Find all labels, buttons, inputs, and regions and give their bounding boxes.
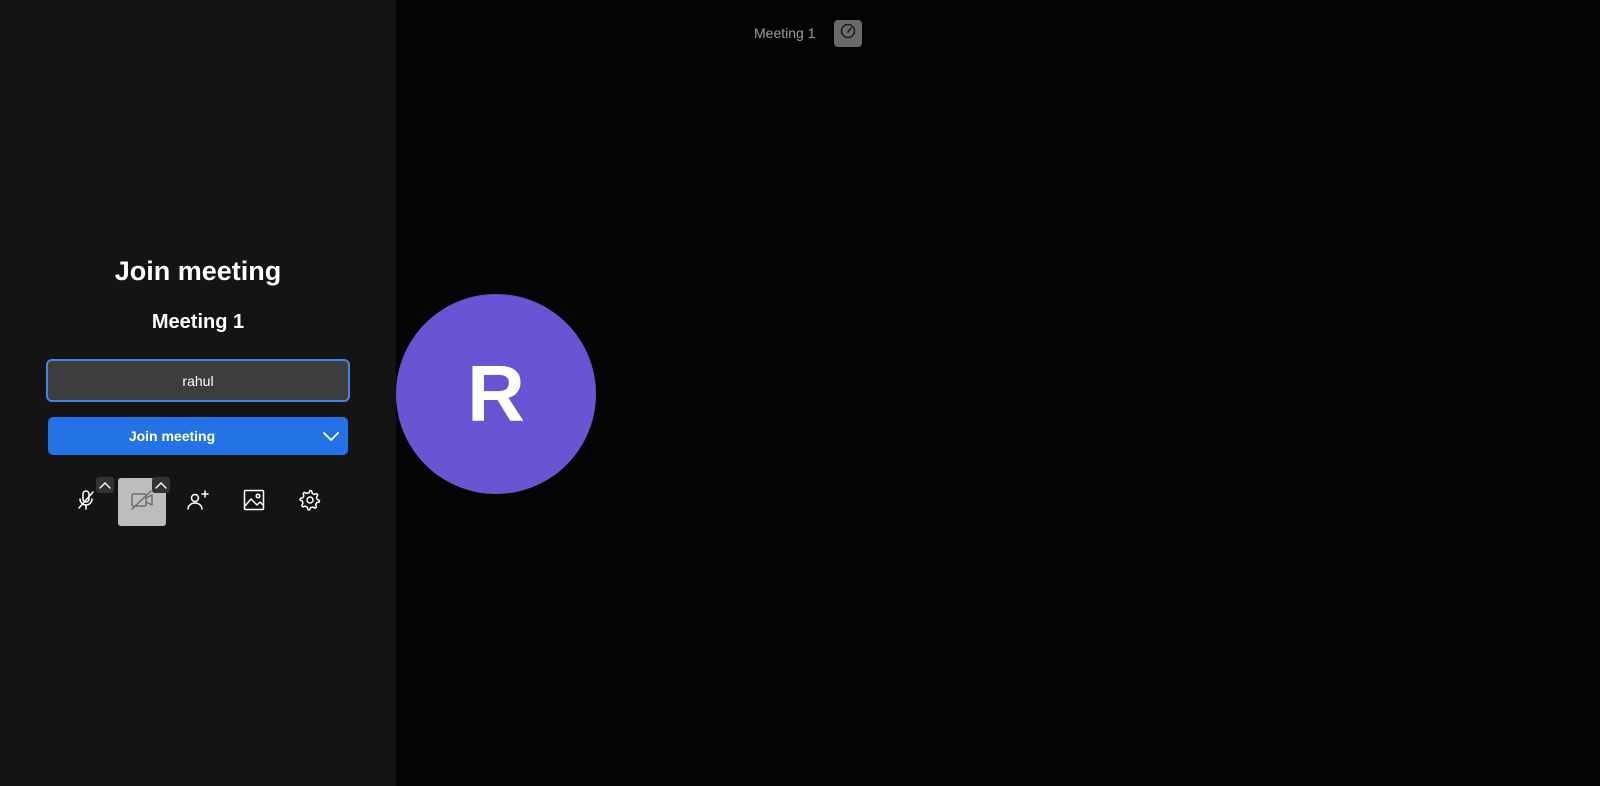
prejoin-title: Join meeting bbox=[114, 256, 282, 286]
connection-quality-button[interactable] bbox=[834, 20, 862, 47]
invite-person-icon bbox=[185, 488, 211, 517]
prejoin-panel: Join meeting Meeting 1 Join meeting bbox=[0, 0, 396, 786]
meeting-name: Meeting 1 bbox=[151, 311, 245, 333]
avatar-initial: R bbox=[467, 349, 525, 438]
background-image-icon bbox=[242, 488, 266, 517]
settings-button[interactable] bbox=[286, 478, 334, 526]
select-background-button[interactable] bbox=[230, 478, 278, 526]
microphone-muted-icon bbox=[74, 488, 98, 517]
display-name-input[interactable] bbox=[46, 359, 350, 402]
microphone-options-button[interactable] bbox=[96, 477, 114, 493]
app-root: Join meeting Meeting 1 Join meeting bbox=[0, 0, 1600, 786]
chevron-up-icon bbox=[99, 476, 111, 494]
camera-options-button[interactable] bbox=[152, 477, 170, 493]
participant-avatar: R bbox=[396, 294, 596, 494]
chevron-up-icon bbox=[155, 476, 167, 494]
join-meeting-button[interactable]: Join meeting bbox=[48, 417, 348, 455]
join-options-chevron-icon[interactable] bbox=[320, 425, 342, 447]
invite-people-button[interactable] bbox=[174, 478, 222, 526]
join-meeting-button-label: Join meeting bbox=[128, 428, 216, 444]
settings-gear-icon bbox=[298, 488, 322, 517]
camera-off-icon bbox=[129, 488, 155, 517]
stage-meeting-label: Meeting 1 bbox=[754, 25, 816, 41]
speedometer-icon bbox=[839, 22, 857, 45]
